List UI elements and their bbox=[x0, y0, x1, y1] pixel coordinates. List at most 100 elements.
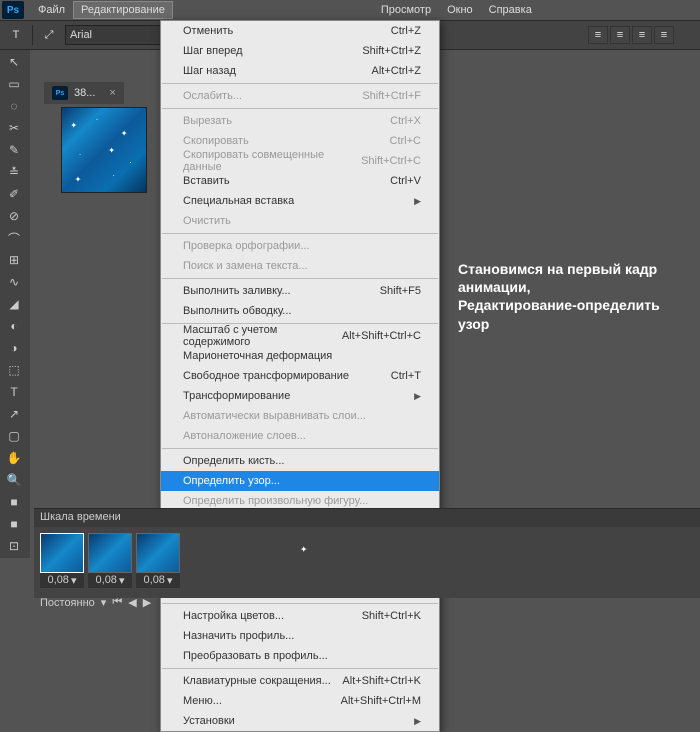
menu-item-label: Шаг назад bbox=[183, 65, 236, 77]
menu-item: Проверка орфографии... bbox=[161, 236, 439, 256]
tool-18[interactable]: ✋ bbox=[2, 448, 26, 468]
tool-5[interactable]: ≛ bbox=[2, 162, 26, 182]
loop-select[interactable]: Постоянно bbox=[40, 597, 95, 609]
tool-6[interactable]: ✐ bbox=[2, 184, 26, 204]
menu-item-label: Трансформирование bbox=[183, 390, 290, 402]
tool-11[interactable]: ◢ bbox=[2, 294, 26, 314]
tool-0[interactable]: ↖ bbox=[2, 52, 26, 72]
tool-8[interactable]: ⌒ bbox=[2, 228, 26, 248]
menu-item[interactable]: Специальная вставка▶ bbox=[161, 191, 439, 211]
edit-menu-dropdown: ОтменитьCtrl+ZШаг впередShift+Ctrl+ZШаг … bbox=[160, 20, 440, 732]
tool-3[interactable]: ✂ bbox=[2, 118, 26, 138]
menu-separator bbox=[162, 448, 438, 449]
menu-item[interactable]: Меню...Alt+Shift+Ctrl+M bbox=[161, 691, 439, 711]
menu-item[interactable]: Отменить Ctrl+Z bbox=[161, 21, 439, 41]
menu-item[interactable]: Преобразовать в профиль... bbox=[161, 646, 439, 666]
menu-item[interactable]: Выполнить заливку...Shift+F5 bbox=[161, 281, 439, 301]
chevron-down-icon[interactable]: ▾ bbox=[71, 574, 77, 587]
menu-item[interactable]: Установки▶ bbox=[161, 711, 439, 731]
menu-item-shortcut: Ctrl+Z bbox=[391, 25, 421, 37]
align-center-button[interactable]: ≡ bbox=[610, 26, 630, 44]
menu-item[interactable]: Определить узор... bbox=[161, 471, 439, 491]
menu-separator bbox=[162, 108, 438, 109]
tool-20[interactable]: ■ bbox=[2, 492, 26, 512]
menu-Редактирование[interactable]: Редактирование bbox=[73, 1, 173, 19]
menu-item-shortcut: Shift+Ctrl+F bbox=[362, 90, 421, 102]
divider bbox=[32, 25, 33, 45]
menu-item[interactable]: Шаг назадAlt+Ctrl+Z bbox=[161, 61, 439, 81]
menu-item[interactable]: Шаг впередShift+Ctrl+Z bbox=[161, 41, 439, 61]
menu-item[interactable]: Марионеточная деформация bbox=[161, 346, 439, 366]
menu-item-shortcut: Shift+Ctrl+K bbox=[362, 610, 421, 622]
tools-panel: ↖▭◌✂✎≛✐⊘⌒⊞∿◢◐◑⬚T↗▢✋🔍■■⊡ bbox=[0, 50, 30, 558]
frame-thumb: ✦ bbox=[136, 533, 180, 573]
menu-item: Ослабить...Shift+Ctrl+F bbox=[161, 86, 439, 106]
menu-item-label: Скопировать совмещенные данные bbox=[183, 149, 361, 173]
menu-item-label: Вырезать bbox=[183, 115, 232, 127]
tool-13[interactable]: ◑ bbox=[2, 338, 26, 358]
menu-item-label: Отменить bbox=[183, 25, 233, 37]
canvas[interactable]: ✦· ✦· ✦· ✦· bbox=[62, 108, 146, 192]
tool-2[interactable]: ◌ bbox=[2, 96, 26, 116]
chevron-down-icon[interactable]: ▾ bbox=[119, 574, 125, 587]
tool-14[interactable]: ⬚ bbox=[2, 360, 26, 380]
tool-10[interactable]: ∿ bbox=[2, 272, 26, 292]
tool-4[interactable]: ✎ bbox=[2, 140, 26, 160]
align-right-button[interactable]: ≡ bbox=[632, 26, 652, 44]
tool-9[interactable]: ⊞ bbox=[2, 250, 26, 270]
menu-item[interactable]: Трансформирование▶ bbox=[161, 386, 439, 406]
menu-item-shortcut: Ctrl+C bbox=[390, 135, 421, 147]
timeline-frame[interactable]: ✦0,08▾ bbox=[88, 533, 132, 588]
font-family-value: Arial bbox=[70, 29, 92, 41]
tool-22[interactable]: ⊡ bbox=[2, 536, 26, 556]
menu-item: Автоматически выравнивать слои... bbox=[161, 406, 439, 426]
menu-item[interactable]: Назначить профиль... bbox=[161, 626, 439, 646]
menu-item[interactable]: Свободное трансформированиеCtrl+T bbox=[161, 366, 439, 386]
menu-item: Скопировать совмещенные данныеShift+Ctrl… bbox=[161, 151, 439, 171]
menu-item-label: Выполнить заливку... bbox=[183, 285, 291, 297]
timeline-frame[interactable]: ✦0,08▾ bbox=[136, 533, 180, 588]
menu-item-label: Выполнить обводку... bbox=[183, 305, 291, 317]
menu-item[interactable]: Клавиатурные сокращения...Alt+Shift+Ctrl… bbox=[161, 671, 439, 691]
frame-delay: 0,08 bbox=[96, 574, 117, 587]
menu-Справка[interactable]: Справка bbox=[481, 1, 540, 19]
document-tab[interactable]: Ps 38... × bbox=[44, 82, 124, 104]
menu-Файл[interactable]: Файл bbox=[30, 1, 73, 19]
text-tool-icon[interactable]: T bbox=[6, 25, 26, 45]
chevron-down-icon[interactable]: ▾ bbox=[167, 574, 173, 587]
orientation-icon[interactable]: ⤢ bbox=[39, 25, 59, 45]
tool-21[interactable]: ■ bbox=[2, 514, 26, 534]
tool-16[interactable]: ↗ bbox=[2, 404, 26, 424]
menu-item-label: Автоналожение слоев... bbox=[183, 430, 306, 442]
menu-item[interactable]: Выполнить обводку... bbox=[161, 301, 439, 321]
timeline-panel: Шкала времени ✦0,08▾✦0,08▾✦0,08▾ Постоян… bbox=[34, 508, 700, 598]
menu-item-label: Определить кисть... bbox=[183, 455, 284, 467]
tool-17[interactable]: ▢ bbox=[2, 426, 26, 446]
tool-7[interactable]: ⊘ bbox=[2, 206, 26, 226]
tool-19[interactable]: 🔍 bbox=[2, 470, 26, 490]
menu-item-shortcut: Alt+Shift+Ctrl+C bbox=[342, 330, 421, 342]
timeline-frame[interactable]: ✦0,08▾ bbox=[40, 533, 84, 588]
menu-item: Поиск и замена текста... bbox=[161, 256, 439, 276]
justify-button[interactable]: ≡ bbox=[654, 26, 674, 44]
menu-Окно[interactable]: Окно bbox=[439, 1, 481, 19]
menu-item[interactable]: Масштаб с учетом содержимогоAlt+Shift+Ct… bbox=[161, 326, 439, 346]
menu-separator bbox=[162, 83, 438, 84]
menu-item-label: Автоматически выравнивать слои... bbox=[183, 410, 366, 422]
tool-12[interactable]: ◐ bbox=[2, 316, 26, 336]
menu-item-label: Свободное трансформирование bbox=[183, 370, 349, 382]
document-title: 38... bbox=[74, 87, 95, 99]
align-left-button[interactable]: ≡ bbox=[588, 26, 608, 44]
frame-delay: 0,08 bbox=[48, 574, 69, 587]
close-icon[interactable]: × bbox=[109, 87, 115, 99]
menu-item[interactable]: Определить кисть... bbox=[161, 451, 439, 471]
menu-item-label: Меню... bbox=[183, 695, 222, 707]
menu-item-label: Скопировать bbox=[183, 135, 249, 147]
tool-15[interactable]: T bbox=[2, 382, 26, 402]
tool-1[interactable]: ▭ bbox=[2, 74, 26, 94]
frame-delay: 0,08 bbox=[144, 574, 165, 587]
menu-item[interactable]: ВставитьCtrl+V bbox=[161, 171, 439, 191]
menu-item-label: Настройка цветов... bbox=[183, 610, 284, 622]
menu-Просмотр[interactable]: Просмотр bbox=[373, 1, 439, 19]
tutorial-text: Становимся на первый кадр анимации,Редак… bbox=[458, 260, 688, 333]
